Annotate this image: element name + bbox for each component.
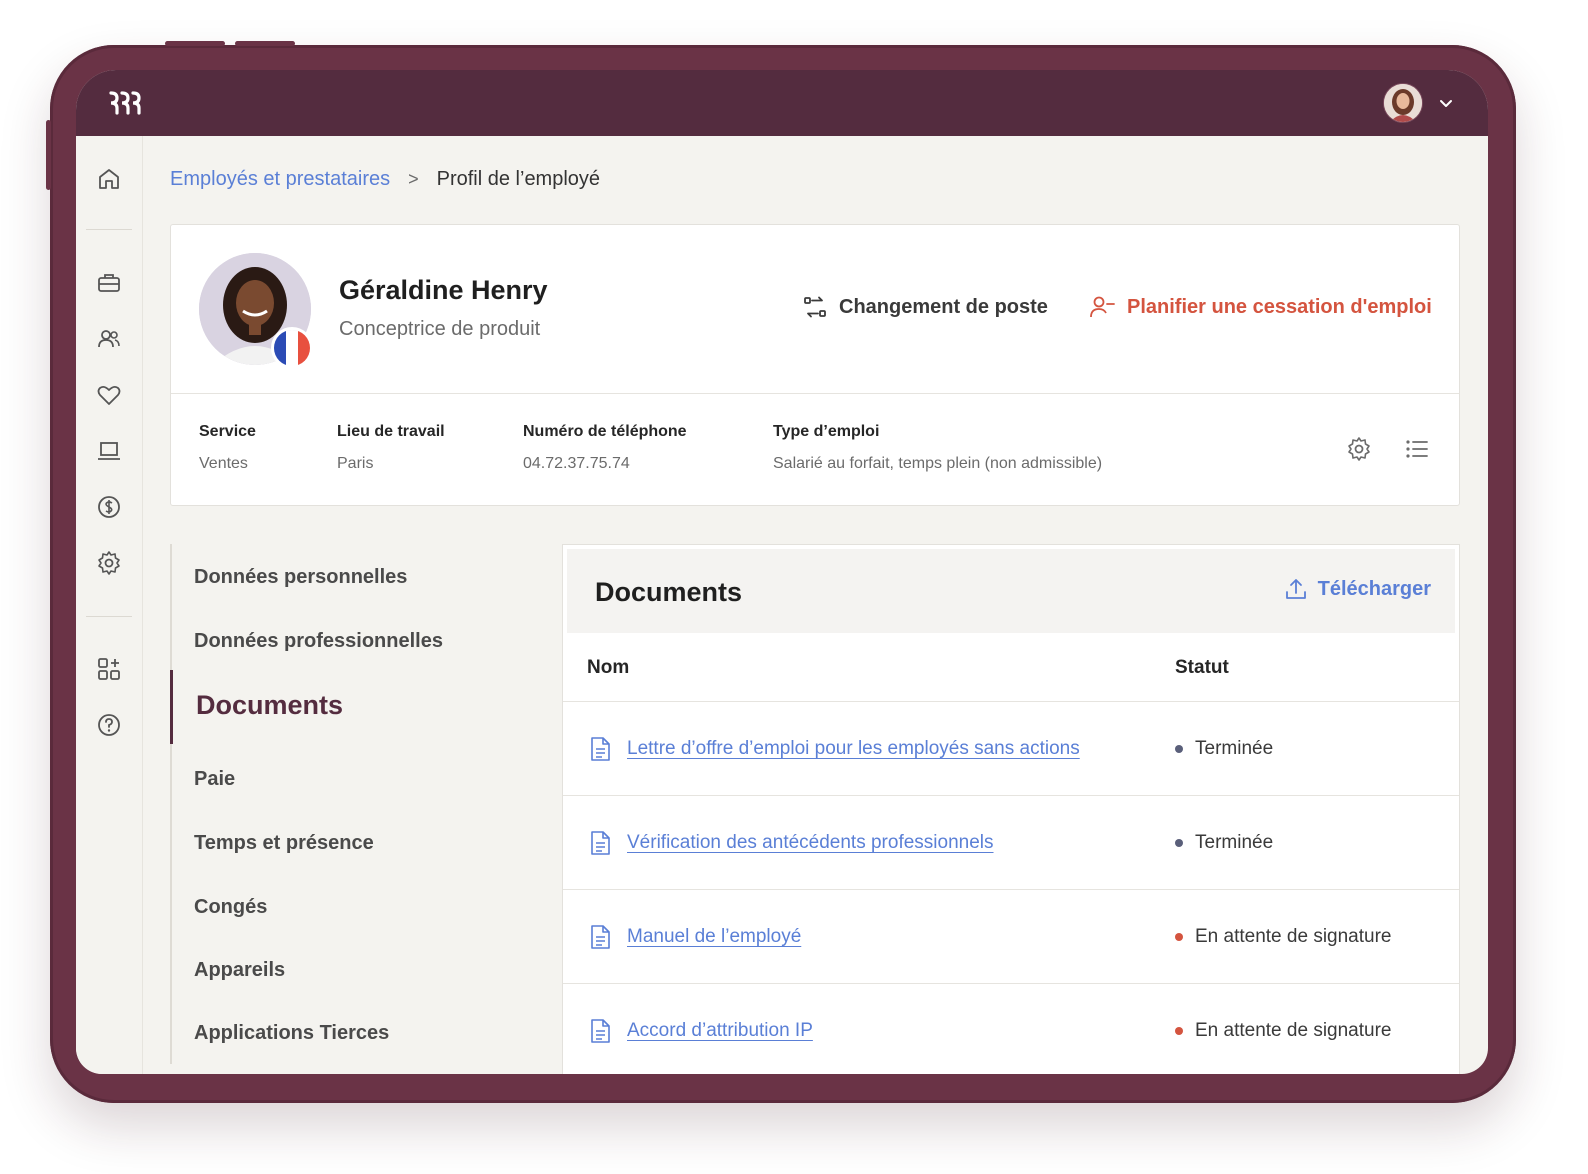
status-dot <box>1175 839 1183 847</box>
subnav-item-payroll[interactable]: Paie <box>194 768 235 791</box>
info-value: Ventes <box>199 455 248 472</box>
sidebar-divider <box>86 616 132 617</box>
document-icon <box>591 831 610 855</box>
table-row: Lettre d’offre d’emploi pour les employé… <box>563 701 1459 796</box>
tablet-volume-button <box>165 41 225 46</box>
info-workplace: Lieu de travail Paris <box>337 423 445 473</box>
table-row: Manuel de l’employé En attente de signat… <box>563 889 1459 984</box>
change-role-button[interactable]: Changement de poste <box>803 295 1048 319</box>
subnav-active-indicator <box>170 670 173 744</box>
document-icon <box>591 1019 610 1043</box>
chevron-down-icon[interactable] <box>1438 95 1454 111</box>
table-row: Accord d’attribution IP En attente de si… <box>563 983 1459 1074</box>
app-screen: Employés et prestataires > Profil de l’e… <box>76 70 1488 1074</box>
user-avatar[interactable] <box>1384 84 1422 122</box>
schedule-termination-button[interactable]: Planifier une cessation d'emploi <box>1089 295 1432 319</box>
document-status: En attente de signature <box>1175 1020 1391 1042</box>
main-content: Employés et prestataires > Profil de l’e… <box>142 136 1488 1074</box>
upload-label: Télécharger <box>1317 577 1431 600</box>
heart-icon[interactable] <box>96 382 122 408</box>
employee-card: Géraldine Henry Conceptrice de produit C… <box>170 224 1460 506</box>
upload-icon <box>1285 579 1306 599</box>
subnav-item-devices[interactable]: Appareils <box>194 959 285 982</box>
users-icon[interactable] <box>96 326 122 352</box>
sidebar-divider <box>86 229 132 230</box>
subnav-item-personal-data[interactable]: Données personnelles <box>194 566 407 589</box>
document-status: Terminée <box>1175 832 1273 854</box>
home-icon[interactable] <box>96 166 122 192</box>
breadcrumb-separator: > <box>408 169 419 189</box>
info-phone: Numéro de téléphone 04.72.37.75.74 <box>523 423 687 473</box>
subnav-item-professional-data[interactable]: Données professionnelles <box>194 630 443 653</box>
status-dot <box>1175 745 1183 753</box>
card-divider <box>171 393 1459 394</box>
status-label: Terminée <box>1195 738 1274 759</box>
documents-panel: Documents Télécharger Nom Statut Lettre … <box>562 544 1460 1074</box>
france-flag <box>271 327 313 369</box>
document-link[interactable]: Vérification des antécédents professionn… <box>627 832 994 854</box>
breadcrumb-current: Profil de l’employé <box>436 168 601 190</box>
employee-title: Conceptrice de produit <box>339 318 541 340</box>
employee-name: Géraldine Henry <box>339 275 548 305</box>
document-link[interactable]: Accord d’attribution IP <box>627 1020 813 1042</box>
dollar-icon[interactable] <box>96 494 122 520</box>
apps-add-icon[interactable] <box>96 656 122 682</box>
column-header-status: Statut <box>1175 657 1229 678</box>
table-row: Vérification des antécédents professionn… <box>563 795 1459 890</box>
settings-icon[interactable] <box>96 550 122 576</box>
rippling-logo-icon[interactable] <box>108 90 142 116</box>
upload-button[interactable]: Télécharger <box>1284 577 1431 601</box>
document-link[interactable]: Manuel de l’employé <box>627 926 801 948</box>
swap-icon <box>804 296 826 318</box>
document-link[interactable]: Lettre d’offre d’emploi pour les employé… <box>627 738 1080 760</box>
document-status: Terminée <box>1175 738 1273 760</box>
document-icon <box>591 925 610 949</box>
status-label: En attente de signature <box>1195 926 1392 947</box>
briefcase-icon[interactable] <box>96 270 122 296</box>
subnav-item-time-attendance[interactable]: Temps et présence <box>194 832 374 855</box>
tablet-volume-button <box>235 41 295 46</box>
tablet-power-button <box>46 120 51 190</box>
profile-subnav: Données personnelles Données professionn… <box>170 544 532 1064</box>
subnav-item-third-party-apps[interactable]: Applications Tierces <box>194 1022 389 1045</box>
info-employment-type: Type d’emploi Salarié au forfait, temps … <box>773 423 1102 473</box>
schedule-termination-label: Planifier une cessation d'emploi <box>1127 295 1432 318</box>
info-value: Paris <box>337 455 374 472</box>
status-dot <box>1175 1027 1183 1035</box>
list-icon[interactable] <box>1403 435 1431 463</box>
documents-title: Documents <box>595 577 743 607</box>
change-role-label: Changement de poste <box>839 295 1048 318</box>
info-service: Service Ventes <box>199 423 256 473</box>
info-label: Type d’emploi <box>773 423 880 440</box>
document-status: En attente de signature <box>1175 926 1391 948</box>
documents-header: Documents Télécharger <box>567 549 1455 633</box>
subnav-item-leave[interactable]: Congés <box>194 896 267 919</box>
column-header-name: Nom <box>587 657 630 678</box>
info-label: Lieu de travail <box>337 423 445 440</box>
info-value: Salarié au forfait, temps plein (non adm… <box>773 455 1103 472</box>
breadcrumb-parent-link[interactable]: Employés et prestataires <box>170 168 390 191</box>
help-icon[interactable] <box>96 712 122 738</box>
info-label: Numéro de téléphone <box>523 423 687 440</box>
laptop-icon[interactable] <box>96 438 122 464</box>
info-label: Service <box>199 423 256 440</box>
sidebar <box>76 136 143 1074</box>
status-dot <box>1175 933 1183 941</box>
status-label: Terminée <box>1195 832 1274 853</box>
document-icon <box>591 737 610 761</box>
user-minus-icon <box>1090 296 1115 318</box>
breadcrumb: Employés et prestataires > Profil de l’e… <box>170 168 600 191</box>
status-label: En attente de signature <box>1195 1020 1392 1041</box>
info-value: 04.72.37.75.74 <box>523 455 630 472</box>
settings-icon[interactable] <box>1345 435 1373 463</box>
top-bar <box>76 70 1488 136</box>
subnav-item-documents[interactable]: Documents <box>196 690 343 721</box>
